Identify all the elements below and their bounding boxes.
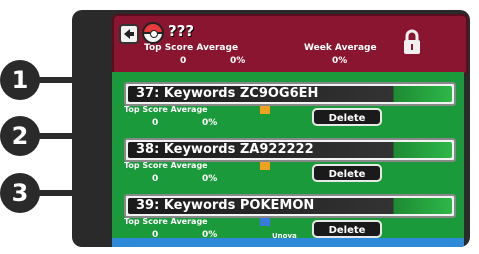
game-screen: ??? Top Score Average Week Average 0 0% … — [72, 10, 470, 247]
score: 0 — [152, 118, 159, 128]
top-score-average-label: Top Score Average — [124, 105, 208, 114]
bottom-strip — [112, 238, 464, 247]
level-list: 37: Keywords ZC9OG6EH Top Score Average … — [112, 72, 464, 242]
top-score-average-value: 0 — [180, 56, 187, 66]
list-item[interactable]: 37: Keywords ZC9OG6EH Top Score Average … — [112, 78, 464, 134]
callout-3: 3 — [0, 173, 82, 213]
list-item[interactable]: 38: Keywords ZA922222 Top Score Average … — [112, 134, 464, 190]
week-average-label: Week Average — [304, 43, 377, 53]
delete-button[interactable]: Delete — [312, 220, 382, 238]
medal-icon — [260, 106, 270, 114]
callout-1: 1 — [0, 60, 82, 100]
callout-line — [34, 133, 82, 139]
arrow-left-icon — [124, 29, 134, 39]
level-name: 38: Keywords ZA922222 — [136, 142, 314, 157]
level-name: 39: Keywords POKEMON — [136, 198, 315, 213]
level-name-bar[interactable]: 38: Keywords ZA922222 — [124, 138, 456, 162]
callout-line — [34, 77, 82, 83]
callout-line — [34, 190, 82, 196]
top-score-average-label: Top Score Average — [124, 161, 208, 170]
score: 0 — [152, 174, 159, 184]
week-average-value: 0% — [332, 56, 348, 66]
level-name: 37: Keywords ZC9OG6EH — [136, 86, 319, 101]
delete-button[interactable]: Delete — [312, 108, 382, 126]
delete-button[interactable]: Delete — [312, 164, 382, 182]
percent: 0% — [202, 118, 218, 128]
region-badge-icon — [260, 218, 270, 226]
pokeball-icon — [142, 22, 164, 44]
lock-icon — [404, 29, 420, 54]
callout-2: 2 — [0, 116, 82, 156]
back-button[interactable] — [119, 24, 139, 44]
top-score-percent: 0% — [230, 56, 246, 66]
level-name-bar[interactable]: 37: Keywords ZC9OG6EH — [124, 82, 456, 106]
medal-icon — [260, 162, 270, 170]
level-name-bar[interactable]: 39: Keywords POKEMON — [124, 194, 456, 218]
top-score-average-label: Top Score Average — [124, 217, 208, 226]
percent: 0% — [202, 174, 218, 184]
top-score-average-label: Top Score Average — [144, 43, 239, 53]
header-title: ??? — [168, 22, 195, 40]
